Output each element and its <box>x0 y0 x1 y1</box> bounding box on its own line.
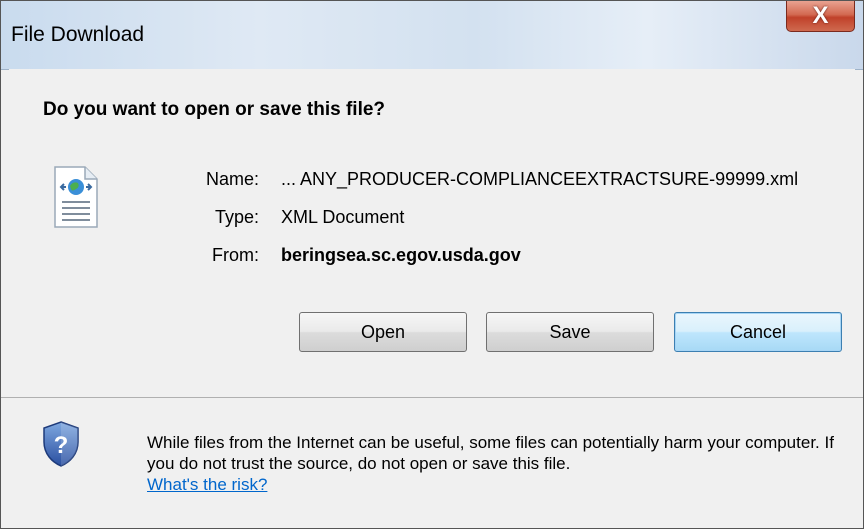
close-button[interactable]: X <box>786 1 855 32</box>
from-label: From: <box>212 245 259 265</box>
save-button[interactable]: Save <box>486 312 654 352</box>
file-name-value: ... ANY_PRODUCER-COMPLIANCEEXTRACTSURE-9… <box>281 169 799 189</box>
file-type-value: XML Document <box>281 207 405 227</box>
security-warning-text: While files from the Internet can be use… <box>147 432 847 495</box>
whats-the-risk-link[interactable]: What's the risk? <box>147 475 267 494</box>
file-source-value: beringsea.sc.egov.usda.gov <box>281 245 521 265</box>
dialog-body: Do you want to open or save this file? N… <box>9 69 855 397</box>
window-title: File Download <box>11 23 145 46</box>
cancel-button[interactable]: Cancel <box>674 312 842 352</box>
warning-message: While files from the Internet can be use… <box>147 433 834 473</box>
title-bar[interactable]: File Download X <box>1 1 863 70</box>
name-label: Name: <box>205 169 259 189</box>
file-download-dialog: File Download X Do you want to open or s… <box>0 0 864 529</box>
svg-text:?: ? <box>54 432 69 459</box>
type-label: Type: <box>214 207 259 227</box>
open-button[interactable]: Open <box>299 312 467 352</box>
close-icon: X <box>812 2 829 29</box>
security-warning-footer: ? While files from the Internet can be u… <box>1 398 863 528</box>
dialog-question: Do you want to open or save this file? <box>43 99 386 120</box>
security-shield-icon: ? <box>43 421 79 467</box>
xml-document-icon <box>54 166 98 228</box>
